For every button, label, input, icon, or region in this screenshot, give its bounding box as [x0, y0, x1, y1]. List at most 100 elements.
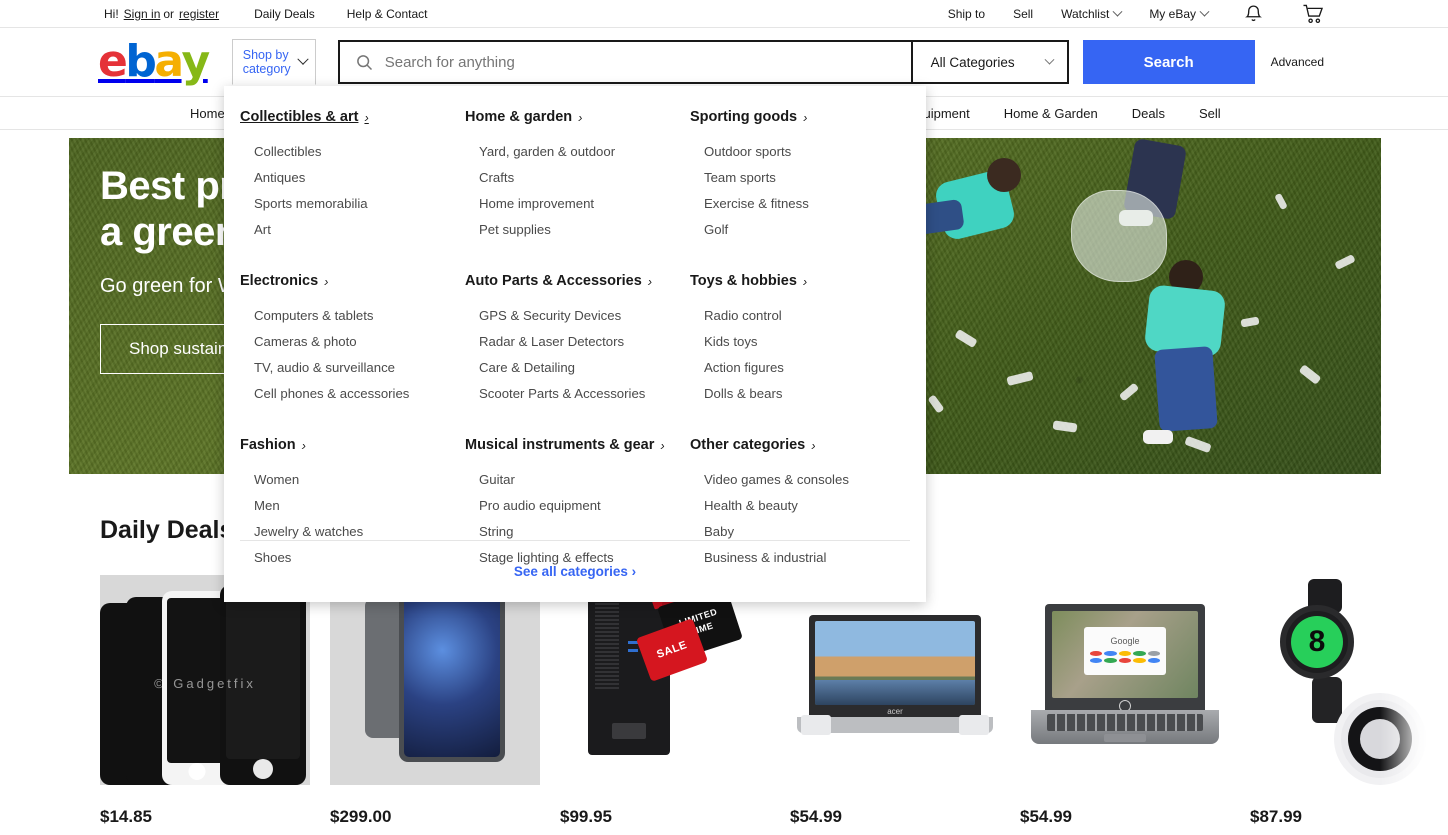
- mega-heading-label: Home & garden: [465, 109, 573, 125]
- mega-link-scooter-parts-accessories[interactable]: Scooter Parts & Accessories: [465, 380, 690, 406]
- catnav-item-home[interactable]: Home: [190, 106, 225, 121]
- topnav-watchlist-label: Watchlist: [1061, 6, 1110, 21]
- mega-heading-label: Fashion: [240, 437, 296, 453]
- mega-link-women[interactable]: Women: [240, 466, 465, 492]
- search-input[interactable]: [384, 53, 911, 71]
- deal-image-laptop-hp[interactable]: Google: [1020, 575, 1230, 785]
- hero-trash-bag: [1071, 190, 1167, 282]
- chevron-right-icon: ›: [811, 437, 816, 453]
- catnav-item-deals[interactable]: Deals: [1132, 106, 1165, 121]
- topbar-left-group: Hi! Sign in or register Daily Deals Help…: [104, 7, 427, 21]
- mega-link-care-detailing[interactable]: Care & Detailing: [465, 354, 690, 380]
- or-text: or: [163, 6, 175, 21]
- mega-heading-musical-instruments-gear[interactable]: Musical instruments & gear ›: [465, 437, 665, 453]
- mega-link-gps-security-devices[interactable]: GPS & Security Devices: [465, 302, 690, 328]
- deal-image-phone-screens[interactable]: © Gadgetfix: [100, 575, 310, 785]
- mega-link-yard-garden-outdoor[interactable]: Yard, garden & outdoor: [465, 138, 690, 164]
- deal-image-tablet[interactable]: [330, 575, 540, 785]
- mega-link-video-games-consoles[interactable]: Video games & consoles: [690, 466, 915, 492]
- mega-link-golf[interactable]: Golf: [690, 216, 915, 242]
- mega-link-radio-control[interactable]: Radio control: [690, 302, 915, 328]
- deal-image-smartwatch[interactable]: 8: [1250, 575, 1448, 785]
- mega-heading-collectibles-art[interactable]: Collectibles & art ›: [240, 109, 369, 125]
- deal-image-desktop-tower[interactable]: LIMITED TIME SALE: [560, 575, 770, 785]
- mega-link-art[interactable]: Art: [240, 216, 465, 242]
- mega-link-cameras-photo[interactable]: Cameras & photo: [240, 328, 465, 354]
- catnav-item-sell[interactable]: Sell: [1199, 106, 1221, 121]
- hero-litter: [1052, 420, 1078, 433]
- catnav-item-home-garden[interactable]: Home & Garden: [1004, 106, 1098, 121]
- mega-heading-other-categories[interactable]: Other categories ›: [690, 437, 816, 453]
- mega-link-guitar[interactable]: Guitar: [465, 466, 690, 492]
- topnav-help-contact[interactable]: Help & Contact: [347, 7, 428, 21]
- mega-heading-auto-parts-accessories[interactable]: Auto Parts & Accessories ›: [465, 273, 652, 289]
- chevron-right-icon: ›: [802, 273, 808, 289]
- deal-price: $14.85: [100, 807, 152, 826]
- search-box[interactable]: [337, 40, 911, 84]
- deal-price: $87.99: [1250, 807, 1302, 826]
- mega-link-sports-memorabilia[interactable]: Sports memorabilia: [240, 190, 465, 216]
- mega-link-kids-toys[interactable]: Kids toys: [690, 328, 915, 354]
- deal-card[interactable]: 8 $87.99: [1250, 575, 1448, 827]
- mega-heading-electronics[interactable]: Electronics ›: [240, 273, 329, 289]
- deal-card[interactable]: Google $54.99: [1020, 575, 1230, 827]
- bell-icon[interactable]: [1242, 3, 1264, 25]
- mega-link-outdoor-sports[interactable]: Outdoor sports: [690, 138, 915, 164]
- mega-link-pet-supplies[interactable]: Pet supplies: [465, 216, 690, 242]
- register-link[interactable]: register: [179, 7, 219, 21]
- mega-heading-toys-hobbies[interactable]: Toys & hobbies ›: [690, 273, 807, 289]
- topnav-daily-deals[interactable]: Daily Deals: [254, 7, 315, 21]
- mega-link-dolls-bears[interactable]: Dolls & bears: [690, 380, 915, 406]
- search-area: All Categories Search Advanced: [337, 40, 1324, 84]
- sign-in-link[interactable]: Sign in: [124, 7, 161, 21]
- mega-heading-sporting-goods[interactable]: Sporting goods ›: [690, 109, 807, 125]
- mega-link-collectibles[interactable]: Collectibles: [240, 138, 465, 164]
- mega-link-home-improvement[interactable]: Home improvement: [465, 190, 690, 216]
- deal-tag-sale-label: SALE: [655, 639, 689, 661]
- topnav-my-ebay[interactable]: My eBay: [1149, 7, 1210, 21]
- mega-link-antiques[interactable]: Antiques: [240, 164, 465, 190]
- mega-heading-label: Sporting goods: [690, 109, 798, 125]
- mega-link-action-figures[interactable]: Action figures: [690, 354, 915, 380]
- deal-image-laptop-acer[interactable]: acer: [790, 575, 1000, 785]
- watch-face: 8: [1291, 616, 1343, 668]
- mega-link-exercise-fitness[interactable]: Exercise & fitness: [690, 190, 915, 216]
- category-select[interactable]: All Categories: [910, 40, 1069, 84]
- deal-card[interactable]: $299.00: [330, 575, 540, 827]
- hero-litter: [1240, 316, 1260, 328]
- topnav-sell[interactable]: Sell: [1013, 7, 1033, 21]
- logo-letter-e: e: [98, 36, 128, 87]
- mega-link-pro-audio-equipment[interactable]: Pro audio equipment: [465, 492, 690, 518]
- hero-litter: [1298, 364, 1322, 385]
- deal-price: $54.99: [790, 807, 842, 826]
- shop-by-category-dropdown: Collectibles & art › Collectibles Antique…: [224, 86, 926, 602]
- laptop-brand-acer: acer: [887, 707, 903, 716]
- mega-link-cell-phones-accessories[interactable]: Cell phones & accessories: [240, 380, 465, 406]
- chevron-right-icon: ›: [324, 273, 329, 289]
- see-all-categories-link[interactable]: See all categories ›: [514, 564, 636, 579]
- mega-link-crafts[interactable]: Crafts: [465, 164, 690, 190]
- mega-heading-fashion[interactable]: Fashion ›: [240, 437, 306, 453]
- deal-card[interactable]: acer $54.99: [790, 575, 1000, 827]
- mega-link-radar-laser-detectors[interactable]: Radar & Laser Detectors: [465, 328, 690, 354]
- deal-card[interactable]: LIMITED TIME SALE $99.95: [560, 575, 770, 827]
- mega-link-computers-tablets[interactable]: Computers & tablets: [240, 302, 465, 328]
- cart-icon[interactable]: [1302, 3, 1324, 25]
- advanced-search-link[interactable]: Advanced: [1271, 55, 1324, 69]
- topnav-ship-to[interactable]: Ship to: [948, 7, 985, 21]
- category-select-value: All Categories: [930, 54, 1015, 70]
- mega-link-tv-audio-surveillance[interactable]: TV, audio & surveillance: [240, 354, 465, 380]
- deal-card[interactable]: © Gadgetfix $14.85: [100, 575, 310, 827]
- mega-heading-home-garden[interactable]: Home & garden ›: [465, 109, 583, 125]
- mega-menu-footer: See all categories ›: [240, 540, 910, 602]
- mega-column-auto-parts-accessories: Auto Parts & Accessories › GPS & Security…: [465, 272, 690, 406]
- mega-link-team-sports[interactable]: Team sports: [690, 164, 915, 190]
- search-button[interactable]: Search: [1082, 40, 1255, 84]
- mega-link-health-beauty[interactable]: Health & beauty: [690, 492, 915, 518]
- ebay-logo[interactable]: ebay: [98, 36, 210, 87]
- mega-link-men[interactable]: Men: [240, 492, 465, 518]
- chevron-right-icon: ›: [803, 109, 808, 125]
- logo-letter-b: b: [125, 36, 157, 87]
- shop-by-category-button[interactable]: Shop by category: [231, 39, 316, 85]
- topnav-watchlist[interactable]: Watchlist: [1061, 6, 1123, 21]
